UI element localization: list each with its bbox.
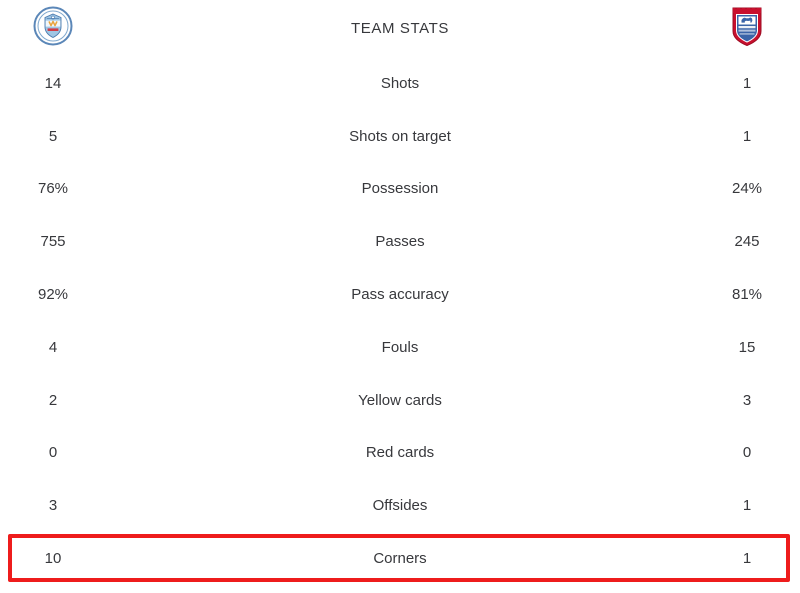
stat-label: Possession <box>361 180 439 198</box>
home-value: 92% <box>37 286 69 304</box>
page-title: TEAM STATS <box>351 20 449 37</box>
stat-label: Passes <box>375 233 425 251</box>
away-value: 1 <box>742 550 752 568</box>
home-value: 76% <box>37 180 69 198</box>
table-row: 4 Fouls 15 <box>0 321 800 374</box>
table-row-highlighted: 10 Corners 1 <box>0 532 800 585</box>
away-value: 15 <box>738 338 756 356</box>
away-value: 1 <box>742 74 752 92</box>
manchester-city-crest-icon <box>33 6 73 51</box>
home-value: 2 <box>48 391 58 409</box>
away-value: 0 <box>742 444 752 462</box>
table-row: 92% Pass accuracy 81% <box>0 268 800 321</box>
stat-label: Red cards <box>365 444 435 462</box>
stat-label: Pass accuracy <box>351 286 449 304</box>
away-value: 24% <box>731 180 763 198</box>
team-stats-panel: TEAM STATS 14 Shots 1 5 Shots on target … <box>0 0 800 593</box>
away-team-crest-cell[interactable] <box>694 5 800 52</box>
stat-label: Yellow cards <box>358 391 442 409</box>
stats-header: TEAM STATS <box>0 0 800 57</box>
away-value: 3 <box>742 391 752 409</box>
ipswich-town-crest-icon <box>731 5 763 52</box>
away-value: 1 <box>742 127 752 145</box>
stats-rows: 14 Shots 1 5 Shots on target 1 76% Posse… <box>0 57 800 593</box>
table-row: 76% Possession 24% <box>0 163 800 216</box>
table-row: 3 Offsides 1 <box>0 479 800 532</box>
table-row: 2 Yellow cards 3 <box>0 374 800 427</box>
table-row: 0 Red cards 0 <box>0 427 800 480</box>
home-value: 3 <box>48 497 58 515</box>
stat-label: Shots <box>380 74 420 92</box>
away-value: 245 <box>734 233 760 251</box>
home-value: 5 <box>48 127 58 145</box>
table-row: 14 Shots 1 <box>0 57 800 110</box>
stat-label: Fouls <box>381 338 419 356</box>
home-value: 755 <box>40 233 66 251</box>
table-row: 5 Shots on target 1 <box>0 110 800 163</box>
home-value: 4 <box>48 338 58 356</box>
stat-label: Shots on target <box>349 127 451 145</box>
home-value: 14 <box>44 74 62 92</box>
stats-title-cell: TEAM STATS <box>106 20 694 37</box>
home-team-crest-cell[interactable] <box>0 6 106 51</box>
table-row: 755 Passes 245 <box>0 215 800 268</box>
away-value: 1 <box>742 497 752 515</box>
home-value: 0 <box>48 444 58 462</box>
home-value: 10 <box>44 550 62 568</box>
stat-label: Offsides <box>372 497 428 515</box>
stat-label: Corners <box>373 550 427 568</box>
away-value: 81% <box>731 286 763 304</box>
